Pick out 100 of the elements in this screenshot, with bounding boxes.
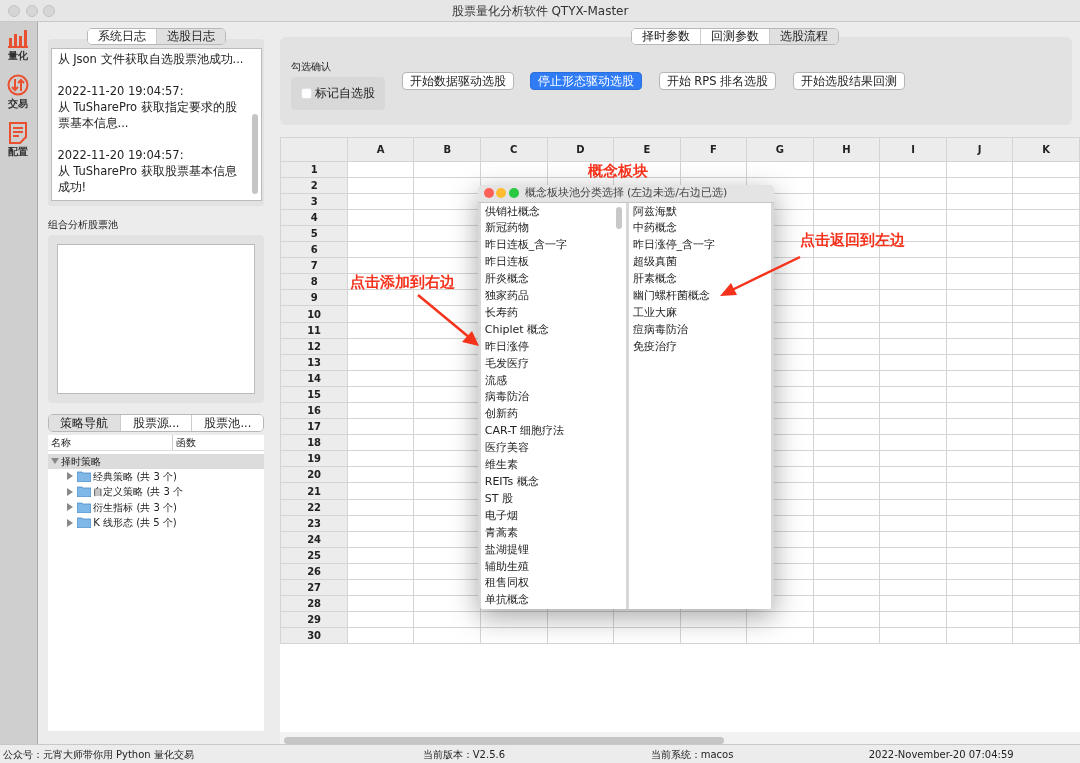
column-header: F [680, 137, 747, 162]
column-header: 名称 [47, 434, 173, 450]
pool-panel-title: 组合分析股票池 [47, 218, 119, 233]
scrollbar-thumb[interactable] [251, 113, 258, 194]
window-control-button[interactable] [509, 188, 519, 199]
sidebar-label[interactable]: 配置 [8, 143, 29, 159]
list-item[interactable]: 独家药品 [484, 288, 610, 305]
selected-list[interactable]: 阿兹海默 中药概念 昨日涨停_含一字 超级真菌 肝素概念 幽门螺杆菌概念 工业大麻 痘病毒防治 免疫治疗 [628, 202, 772, 609]
column-header: K [1012, 137, 1080, 162]
sidebar-label[interactable]: 交易 [8, 95, 29, 111]
arrows-circle-icon[interactable] [7, 73, 30, 96]
action-button[interactable]: 开始 RPS 排名选股 [658, 71, 777, 90]
bar-chart-icon[interactable] [8, 27, 29, 48]
status-text: 公众号：元宵大师带你用 Python 量化交易 [2, 747, 195, 762]
column-header: G [746, 137, 814, 162]
checkbox[interactable] [301, 88, 313, 100]
column-header: A [347, 137, 414, 162]
sidebar-label[interactable]: 量化 [8, 47, 29, 63]
dialog-title: 概念板块池分类选择 (左边未选/右边已选) [524, 185, 728, 201]
list-item[interactable]: 流感 [484, 372, 610, 390]
list-item[interactable]: ST 股 [484, 490, 610, 508]
column-header: E [613, 137, 681, 162]
list-item[interactable]: 病毒防治 [484, 389, 610, 407]
list-item[interactable]: Chiplet 概念 [484, 321, 610, 339]
window-control-button[interactable] [25, 5, 38, 17]
window-control-button[interactable] [8, 5, 20, 17]
log-line: 2022-11-20 19:04:57: [57, 146, 185, 163]
window-control-button[interactable] [496, 188, 507, 199]
column-header: H [813, 137, 880, 162]
list-item[interactable]: 毛发医疗 [484, 355, 610, 373]
caret-icon[interactable] [65, 518, 74, 527]
action-button[interactable]: 停止形态驱动选股 [530, 71, 643, 90]
tree-label: 择时策略 [61, 454, 102, 469]
annotation-text: 点击添加到右边 [350, 273, 455, 292]
scrollbar-thumb[interactable] [615, 206, 622, 229]
list-item[interactable]: 昨日连板_含一字 [484, 237, 610, 255]
status-text: 当前版本：V2.5.6 [422, 747, 507, 762]
list-item[interactable]: 长寿药 [484, 304, 610, 322]
list-item[interactable]: 供销社概念 [484, 203, 610, 221]
folder-icon [76, 486, 91, 498]
group-title: 勾选确认 [291, 60, 333, 75]
folder-icon [76, 517, 91, 529]
annotation-text: 概念板块 [588, 162, 648, 181]
list-item[interactable]: 医疗美容 [484, 440, 610, 458]
list-item[interactable]: 维生素 [484, 457, 610, 474]
list-item[interactable]: REITs 概念 [484, 474, 610, 491]
tree-row[interactable]: 择时策略 [47, 453, 265, 469]
list-item[interactable]: 幽门螺杆菌概念 [632, 288, 768, 305]
list-item[interactable]: 电子烟 [484, 507, 610, 525]
tree-label[interactable]: 自定义策略 (共 3 个 [93, 484, 184, 500]
list-item[interactable]: 租售同权 [484, 575, 610, 593]
tree-label[interactable]: 经典策略 (共 3 个) [93, 468, 177, 484]
list-item[interactable]: 中药概念 [632, 220, 768, 238]
scrollbar-thumb[interactable] [284, 737, 725, 744]
tab[interactable]: 选股流程 [770, 29, 839, 44]
caret-icon[interactable] [65, 503, 74, 512]
list-item[interactable]: 辅助生殖 [484, 558, 610, 576]
window-control-button[interactable] [43, 5, 55, 17]
window-title: 股票量化分析软件 QTYX-Master [451, 2, 629, 20]
action-button[interactable]: 开始选股结果回测 [792, 71, 905, 90]
caret-icon[interactable] [65, 472, 74, 481]
corner-header [280, 137, 348, 162]
list-item[interactable]: 阿兹海默 [632, 203, 768, 221]
list-item[interactable]: 免疫治疗 [632, 338, 768, 356]
tree-label[interactable]: K 线形态 (共 5 个) [93, 515, 177, 531]
tab[interactable]: 选股日志 [156, 28, 225, 44]
column-header: B [413, 137, 481, 162]
tab[interactable]: 系统日志 [87, 28, 157, 44]
list-item[interactable]: CAR-T 细胞疗法 [484, 423, 610, 441]
stock-pool-list[interactable] [56, 244, 256, 394]
list-item[interactable]: 创新药 [484, 406, 610, 424]
list-item[interactable]: 昨日连板 [484, 254, 610, 272]
caret-icon[interactable] [50, 457, 59, 465]
status-text: 2022-November-20 07:04:59 [868, 747, 1014, 762]
caret-icon[interactable] [65, 487, 74, 496]
column-header: 函数 [174, 435, 196, 450]
list-item[interactable]: 昨日涨停 [484, 338, 610, 356]
list-item[interactable]: 超级真菌 [632, 254, 768, 272]
list-item[interactable]: 单抗概念 [484, 592, 610, 609]
list-item[interactable]: 工业大麻 [632, 304, 768, 322]
list-item[interactable]: 肝炎概念 [484, 271, 610, 289]
tab[interactable]: 策略导航 [48, 415, 121, 431]
log-line: 从 TuSharePro 获取指定要求的股票基本信息... [57, 98, 238, 131]
document-icon[interactable] [8, 121, 29, 144]
list-item[interactable]: 新冠药物 [484, 220, 610, 238]
window-control-button[interactable] [483, 188, 494, 199]
list-item[interactable]: 痘病毒防治 [632, 321, 768, 339]
list-item[interactable]: 青蒿素 [484, 524, 610, 542]
unselected-list[interactable]: 供销社概念 新冠药物 昨日连板_含一字 昨日连板 肝炎概念 独家药品 长寿药 Chiplet 概念 昨日涨停 毛发医疗 流感 病毒防治 创新药 CAR-T 细胞疗法 医疗美容 维生素 REITs 概念 ST 股 电子烟 青蒿素 盐湖提锂 辅助生殖 租售同权 单抗概念 [480, 202, 626, 609]
log-line: 2022-11-20 19:04:57: [57, 82, 185, 99]
action-button[interactable]: 开始数据驱动选股 [401, 71, 514, 90]
log-line: 从 TuSharePro 获取股票基本信息成功! [57, 162, 238, 195]
list-item[interactable]: 肝素概念 [632, 271, 768, 289]
list-item[interactable]: 昨日涨停_含一字 [632, 237, 768, 255]
tab[interactable]: 择时参数 [632, 29, 702, 44]
list-item[interactable]: 盐湖提锂 [484, 541, 610, 559]
tree-label[interactable]: 衍生指标 (共 3 个) [93, 499, 177, 515]
column-header: J [946, 137, 1013, 162]
arrow [417, 294, 479, 346]
column-header: C [480, 137, 548, 162]
